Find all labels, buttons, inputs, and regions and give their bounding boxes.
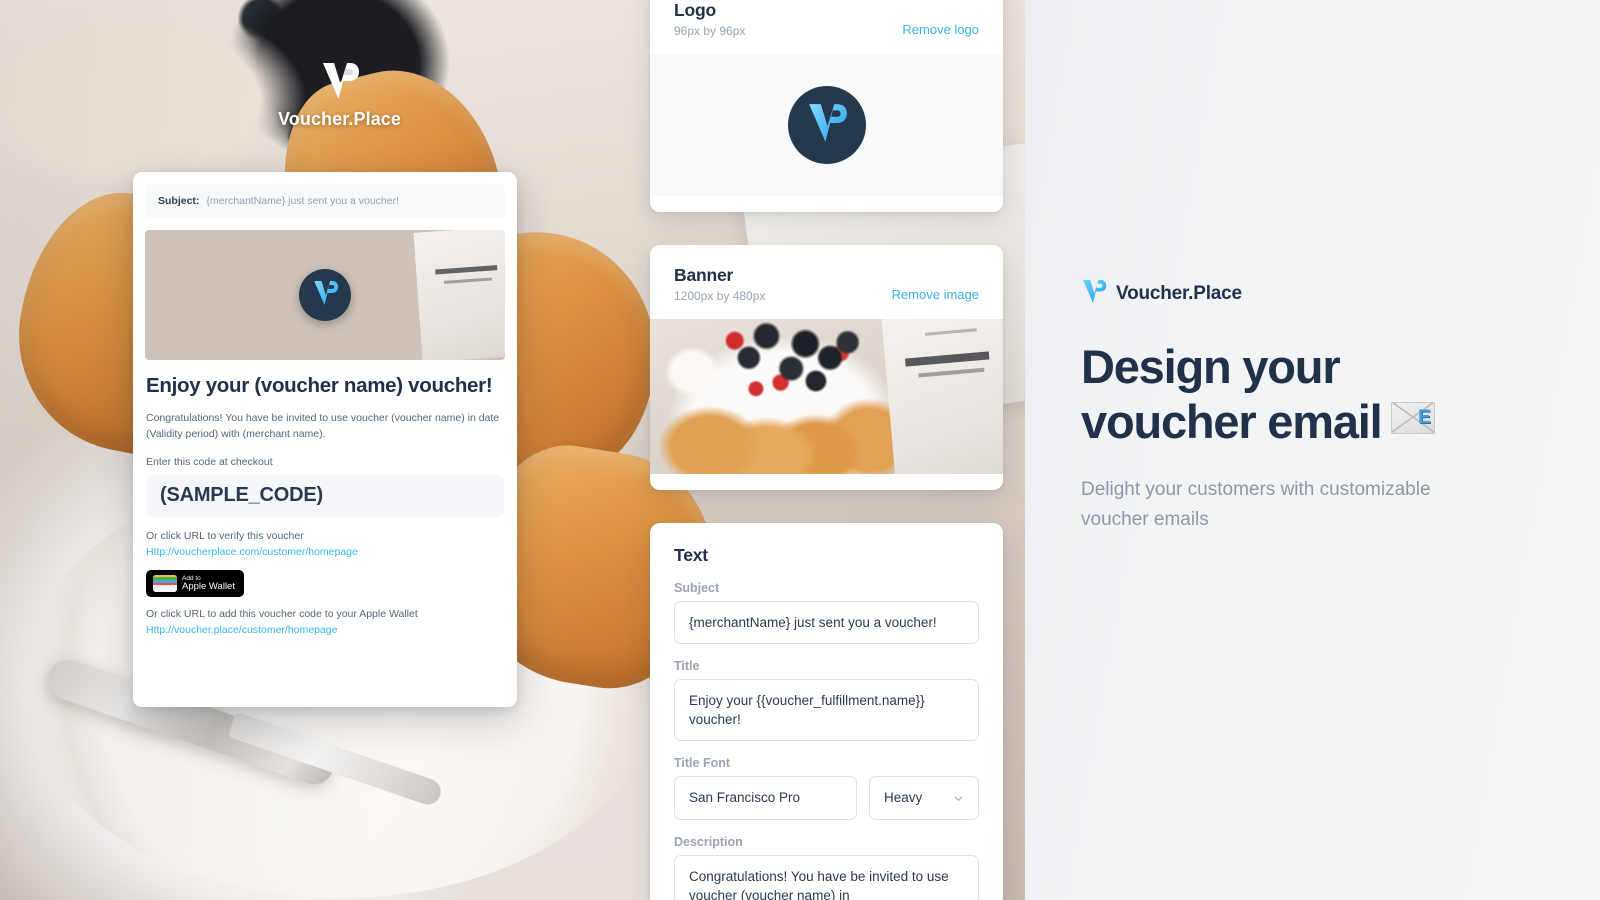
voucher-place-logo-icon [312,279,339,312]
logo-card: Logo 96px by 96px Remove logo [650,0,1003,212]
email-code-prompt: Enter this code at checkout [146,455,273,468]
remove-image-button[interactable]: Remove image [892,287,979,305]
banner-card-footer [650,474,1003,490]
banner-card-title: Banner [674,265,734,285]
subject-field-label: Subject [674,581,720,595]
logo-preview-stage [650,54,1003,196]
editor-column: Logo 96px by 96px Remove logo Banner 120… [650,0,1003,900]
description-field-label: Description [674,834,743,849]
email-title: Enjoy your (voucher name) voucher! [146,374,493,397]
title-font-field-group: Title Font San Francisco Pro Heavy [674,756,979,820]
title-font-weight-value: Heavy [884,790,923,806]
title-font-family-input[interactable]: San Francisco Pro [674,776,857,820]
description-textarea[interactable]: Congratulations! You have be invited to … [674,854,979,900]
title-font-weight-select[interactable]: Heavy [869,776,979,820]
brand-lockup: Voucher.Place [1081,278,1540,310]
banner-card-heading-group: Banner 1200px by 480px [674,265,765,305]
email-verify-url-link[interactable]: Http://voucherplace.com/customer/homepag… [146,546,504,558]
title-font-field-label: Title Font [674,756,731,771]
page-title-line2: voucher email [1081,394,1383,448]
logo-card-header: Logo 96px by 96px Remove logo [650,0,1003,40]
subject-field-group: Subject {merchantName} just sent you a v… [674,581,979,645]
description-field-group: Description Congratulations! You have be… [674,835,979,900]
text-card: Text Subject {merchantName} just sent yo… [650,523,1003,900]
brand-name: Voucher.Place [1116,283,1242,304]
banner-card-dimensions: 1200px by 480px [674,289,766,303]
text-card-title: Text [674,545,708,565]
logo-card-footer [650,196,1003,212]
email-wallet-url-link[interactable]: Http://voucher.place/customer/homepage [146,624,504,636]
email-hero-newspaper [413,230,505,360]
email-subject-bar: Subject: {merchantName} just sent you a … [145,184,505,218]
logo-card-dimensions: 96px by 96px [674,24,746,38]
title-input[interactable]: Enjoy your {{voucher_fulfillment.name}} … [674,679,979,742]
email-hero-image [145,230,505,360]
email-hero-logo-badge [299,269,351,321]
apple-wallet-card-stack-icon [153,574,177,592]
voucher-place-logo-icon [806,101,848,150]
email-voucher-code: (SAMPLE_CODE) [160,484,323,507]
title-field-label: Title [674,659,700,674]
email-preview-card: Subject: {merchantName} just sent you a … [133,172,517,707]
banner-preview-image [650,319,1003,474]
logo-preview-badge [787,86,866,164]
page-title: Design your voucher email [1081,340,1540,449]
page-title-line1: Design your [1081,340,1341,393]
app-root: Voucher.Place Subject: {merchantName} ju… [0,0,1600,900]
email-description: Congratulations! You have be invited to … [146,411,500,440]
email-wallet-note: Or click URL to add this voucher code to… [146,607,418,620]
title-field-group: Title Enjoy your {{voucher_fulfillment.n… [674,659,979,742]
right-panel-content: Voucher.Place Design your voucher email … [1025,0,1600,534]
title-font-row: San Francisco Pro Heavy [674,776,979,820]
email-code-box: (SAMPLE_CODE) [146,474,504,517]
subject-input[interactable]: {merchantName} just sent you a voucher! [674,601,979,645]
right-info-panel: Voucher.Place Design your voucher email … [1025,0,1600,900]
banner-newspaper [881,319,1003,474]
email-body: Enjoy your (voucher name) voucher! Congr… [133,360,517,636]
add-to-apple-wallet-button[interactable]: Add to Apple Wallet [146,569,244,597]
newspaper-text-line [918,367,985,378]
banner-card-header: Banner 1200px by 480px Remove image [650,245,1003,305]
logo-card-heading-group: Logo 96px by 96px [674,0,745,40]
apple-wallet-line2: Apple Wallet [182,580,235,592]
newspaper-text-line [435,265,498,275]
page-subtitle: Delight your customers with customizable… [1081,479,1431,530]
voucher-place-logo-icon [1081,278,1107,310]
remove-logo-button[interactable]: Remove logo [902,22,979,40]
logo-card-title: Logo [674,0,716,20]
banner-card: Banner 1200px by 480px Remove image [650,245,1003,490]
apple-wallet-label: Add to Apple Wallet [182,575,235,593]
chevron-down-icon [954,796,963,801]
email-subject-label: Subject: [158,195,200,207]
email-verify-label: Or click URL to verify this voucher [146,529,304,542]
newspaper-text-line [924,328,977,336]
newspaper-text-line [905,351,990,367]
email-subject-value: {merchantName} just sent you a voucher! [206,195,400,207]
email-envelope-emoji [1391,401,1436,434]
newspaper-text-line [443,277,493,284]
